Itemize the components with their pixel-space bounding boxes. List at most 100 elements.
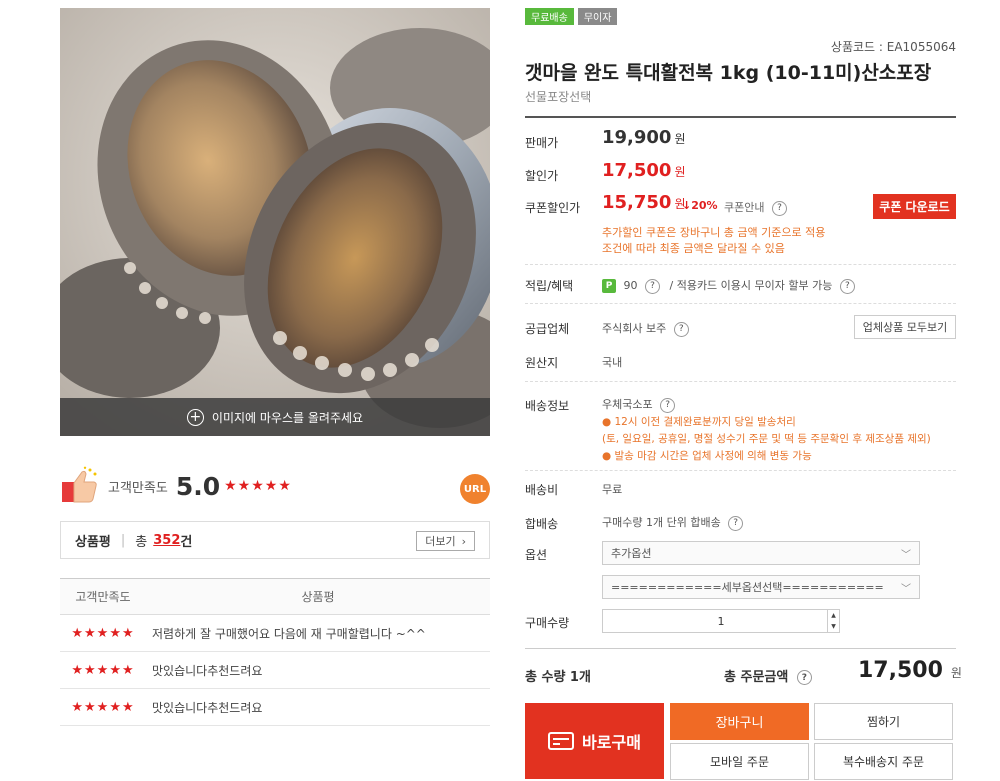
option-label: 옵션 <box>525 548 548 562</box>
benefit-extra: / 적용카드 이용시 무이자 할부 가능 <box>669 279 833 292</box>
origin-value: 국내 <box>602 356 623 369</box>
increment-icon[interactable]: ▲ <box>831 612 836 619</box>
discount-rate: ↓20% <box>682 199 718 212</box>
quantity-stepper[interactable]: 1 ▲ ▼ <box>602 609 840 633</box>
help-icon[interactable]: ? <box>660 397 676 413</box>
table-row[interactable]: ★★★★★ 저렴하게 잘 구매했어요 다음에 재 구매할렵니다 ~^^ <box>60 615 490 652</box>
discount-price-value: 17,500 <box>602 160 672 181</box>
help-icon[interactable]: ? <box>771 200 787 216</box>
original-price: 19,900 원 <box>602 127 686 148</box>
thumbs-up-icon <box>62 466 97 503</box>
supplier-name: 주식회사 보주 <box>602 322 667 335</box>
shipping-value: 우체국소포 ? <box>602 396 676 413</box>
table-row[interactable]: ★★★★★ 맛있습니다추천드려요 <box>60 652 490 689</box>
row-text[interactable]: 맛있습니다추천드려요 <box>146 662 262 679</box>
review-summary: 상품평 | 총 352 건 더보기 › <box>60 521 490 559</box>
help-icon[interactable]: ? <box>673 321 689 337</box>
coupon-note: 추가할인 쿠폰은 장바구니 총 금액 기준으로 적용 조건에 따라 최종 금액은… <box>602 225 825 257</box>
shipping-fee-value: 무료 <box>602 483 623 496</box>
coupon-info-label: 쿠폰안내 <box>724 201 765 214</box>
combined-shipping-text: 구매수량 1개 단위 합배송 <box>602 516 721 529</box>
coupon-price-label: 쿠폰할인가 <box>525 201 581 215</box>
help-icon[interactable]: ? <box>839 278 855 294</box>
supplier-products-button[interactable]: 업체상품 모두보기 <box>854 315 956 339</box>
currency: 원 <box>674 132 686 146</box>
currency: 원 <box>674 165 686 179</box>
combined-shipping-value: 구매수량 1개 단위 합배송 ? <box>602 514 744 531</box>
quantity-label: 구매수량 <box>525 616 570 630</box>
points-value: 90 <box>623 279 638 292</box>
free-shipping-badge: 무료배송 <box>525 8 574 25</box>
divider <box>525 381 956 382</box>
review-total-label: 총 <box>135 534 148 550</box>
row-stars: ★★★★★ <box>71 699 135 715</box>
product-title: 갯마을 완도 특대활전복 1kg (10-11미)산소포장 <box>525 62 932 84</box>
total-amount: 17,500 원 <box>858 658 962 683</box>
more-label: 더보기 <box>425 535 456 548</box>
customer-satisfaction: 고객만족도 5.0 ★★★★★ URL <box>60 460 490 512</box>
url-share-button[interactable]: URL <box>460 474 490 504</box>
chevron-down-icon: ﹀ <box>901 550 911 561</box>
buy-now-label: 바로구매 <box>582 733 641 752</box>
review-count-unit: 건 <box>180 534 193 550</box>
points-icon: P <box>602 279 616 293</box>
product-image[interactable]: + 이미지에 마우스를 올려주세요 <box>60 8 490 436</box>
shipping-method: 우체국소포 <box>602 398 653 411</box>
detail-option-select[interactable]: ============세부옵션선택=========== ﹀ <box>602 575 920 599</box>
total-amount-value: 17,500 <box>858 658 943 683</box>
select-value: ============세부옵션선택=========== <box>611 581 884 594</box>
shipping-label: 배송정보 <box>525 399 570 413</box>
shipping-note: ● 12시 이전 결제완료분까지 당일 발송처리 (토, 일요일, 공휴일, 명… <box>602 414 931 465</box>
supplier-value: 주식회사 보주 ? <box>602 320 689 337</box>
shipping-note-line: ● 12시 이전 결제완료분까지 당일 발송처리 <box>602 416 796 428</box>
buy-now-button[interactable]: 바로구매 <box>525 703 664 779</box>
quantity-arrows[interactable]: ▲ ▼ <box>827 610 839 632</box>
row-text[interactable]: 맛있습니다추천드려요 <box>146 699 262 716</box>
review-more-button[interactable]: 더보기 › <box>416 531 475 551</box>
zoom-plus-icon: + <box>186 408 204 426</box>
divider <box>525 303 956 304</box>
wishlist-button[interactable]: 찜하기 <box>814 703 953 740</box>
image-hover-hint: + 이미지에 마우스를 올려주세요 <box>60 398 490 436</box>
quantity-value[interactable]: 1 <box>718 615 725 628</box>
review-count[interactable]: 352 <box>153 533 180 548</box>
coupon-download-button[interactable]: 쿠폰 다운로드 <box>873 194 956 219</box>
product-code: 상품코드 : EA1055064 <box>830 40 956 54</box>
combined-shipping-label: 합배송 <box>525 517 559 531</box>
coupon-note-line: 조건에 따라 최종 금액은 달라질 수 있음 <box>602 242 785 255</box>
divider <box>525 116 956 118</box>
satisfaction-stars: ★★★★★ <box>224 478 292 494</box>
total-quantity: 총 수량 1개 <box>525 670 591 685</box>
table-row[interactable]: ★★★★★ 맛있습니다추천드려요 <box>60 689 490 726</box>
coupon-price-value: 15,750 <box>602 192 672 213</box>
decrement-icon[interactable]: ▼ <box>831 623 836 630</box>
no-interest-badge: 무이자 <box>577 8 618 25</box>
chevron-down-icon: ﹀ <box>901 584 911 595</box>
additional-option-select[interactable]: 추가옵션 ﹀ <box>602 541 920 565</box>
benefit-value: P 90 ? / 적용카드 이용시 무이자 할부 가능 ? <box>602 277 855 294</box>
mobile-order-button[interactable]: 모바일 주문 <box>670 743 809 780</box>
row-stars: ★★★★★ <box>71 625 135 641</box>
col-review: 상품평 <box>301 590 335 604</box>
discount-price-label: 할인가 <box>525 169 559 183</box>
total-amount-label: 총 주문금액 ? <box>724 666 812 685</box>
help-icon[interactable]: ? <box>728 515 744 531</box>
select-value: 추가옵션 <box>611 547 652 560</box>
row-stars: ★★★★★ <box>71 662 135 678</box>
original-price-value: 19,900 <box>602 127 672 148</box>
divider <box>525 264 956 265</box>
help-icon[interactable]: ? <box>645 278 660 294</box>
abalone-photo <box>60 8 490 436</box>
satisfaction-score: 5.0 <box>175 471 221 501</box>
multi-ship-order-button[interactable]: 복수배송지 주문 <box>814 743 953 780</box>
original-price-label: 판매가 <box>525 136 559 150</box>
help-icon[interactable]: ? <box>796 670 812 685</box>
review-table-header: 고객만족도 상품평 <box>60 579 490 615</box>
shipping-fee-label: 배송비 <box>525 483 559 497</box>
satisfaction-label: 고객만족도 <box>108 480 168 496</box>
row-text[interactable]: 저렴하게 잘 구매했어요 다음에 재 구매할렵니다 ~^^ <box>146 625 426 642</box>
chevron-right-icon: › <box>461 534 466 548</box>
discount-price: 17,500 원 <box>602 160 686 181</box>
benefit-label: 적립/혜택 <box>525 279 574 293</box>
cart-button[interactable]: 장바구니 <box>670 703 809 740</box>
